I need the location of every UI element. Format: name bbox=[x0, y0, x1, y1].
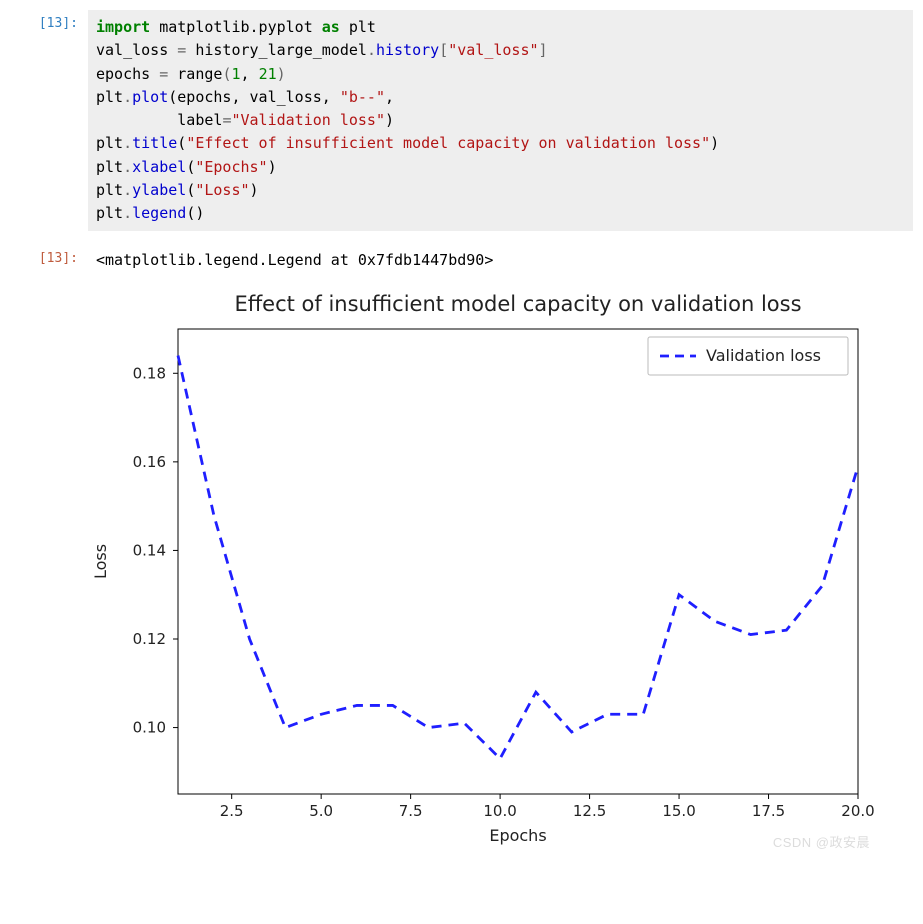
code-text: history_large_model bbox=[186, 41, 367, 59]
kw-import: import bbox=[96, 18, 150, 36]
code-text: label bbox=[96, 111, 222, 129]
output-text: <matplotlib.legend.Legend at 0x7fdb1447b… bbox=[88, 245, 913, 275]
code-text: val_loss bbox=[96, 41, 177, 59]
op: [ bbox=[439, 41, 448, 59]
code-text: plt bbox=[96, 158, 123, 176]
str: "Loss" bbox=[195, 181, 249, 199]
svg-text:0.18: 0.18 bbox=[133, 365, 166, 383]
output-prompt: [13]: bbox=[10, 245, 88, 266]
code-block[interactable]: import matplotlib.pyplot as plt val_loss… bbox=[88, 10, 913, 231]
str: "Validation loss" bbox=[231, 111, 385, 129]
code-text: ) bbox=[710, 134, 719, 152]
code-text: () bbox=[186, 204, 204, 222]
svg-text:12.5: 12.5 bbox=[573, 802, 606, 820]
op: . bbox=[123, 181, 132, 199]
op: . bbox=[123, 134, 132, 152]
code-text: plt bbox=[96, 88, 123, 106]
svg-text:15.0: 15.0 bbox=[662, 802, 695, 820]
svg-text:0.14: 0.14 bbox=[133, 542, 166, 560]
attr: title bbox=[132, 134, 177, 152]
op: . bbox=[367, 41, 376, 59]
code-text: ( bbox=[186, 181, 195, 199]
kw-as: as bbox=[322, 18, 340, 36]
code-text: , bbox=[241, 65, 259, 83]
svg-text:5.0: 5.0 bbox=[309, 802, 333, 820]
code-text: plt bbox=[96, 134, 123, 152]
op: . bbox=[123, 158, 132, 176]
attr: history bbox=[376, 41, 439, 59]
attr: ylabel bbox=[132, 181, 186, 199]
svg-text:10.0: 10.0 bbox=[483, 802, 516, 820]
attr: legend bbox=[132, 204, 186, 222]
svg-text:7.5: 7.5 bbox=[399, 802, 423, 820]
svg-text:Effect of insufficient model c: Effect of insufficient model capacity on… bbox=[234, 292, 801, 316]
code-text: ( bbox=[177, 134, 186, 152]
chart-output: Effect of insufficient model capacity on… bbox=[88, 289, 878, 853]
chart-svg: Effect of insufficient model capacity on… bbox=[88, 289, 878, 849]
svg-text:Loss: Loss bbox=[91, 544, 110, 579]
fn: range bbox=[177, 65, 222, 83]
code-text: plt bbox=[96, 204, 123, 222]
code-text: plt bbox=[96, 181, 123, 199]
op: = bbox=[159, 65, 168, 83]
str: "Effect of insufficient model capacity o… bbox=[186, 134, 710, 152]
str: "Epochs" bbox=[195, 158, 267, 176]
svg-text:2.5: 2.5 bbox=[220, 802, 244, 820]
watermark-text: CSDN @政安晨 bbox=[773, 832, 870, 851]
svg-text:0.10: 0.10 bbox=[133, 719, 166, 737]
code-text: matplotlib.pyplot bbox=[150, 18, 322, 36]
svg-text:20.0: 20.0 bbox=[841, 802, 874, 820]
code-text: (epochs, val_loss, bbox=[168, 88, 340, 106]
svg-text:0.16: 0.16 bbox=[133, 453, 166, 471]
code-text: ) bbox=[385, 111, 394, 129]
op: . bbox=[123, 88, 132, 106]
svg-text:0.12: 0.12 bbox=[133, 630, 166, 648]
code-text: epochs bbox=[96, 65, 159, 83]
attr: xlabel bbox=[132, 158, 186, 176]
op: . bbox=[123, 204, 132, 222]
svg-text:17.5: 17.5 bbox=[752, 802, 785, 820]
num: 21 bbox=[259, 65, 277, 83]
str: "b--" bbox=[340, 88, 385, 106]
svg-text:Epochs: Epochs bbox=[489, 826, 546, 845]
op: = bbox=[177, 41, 186, 59]
code-text: ) bbox=[268, 158, 277, 176]
attr: plot bbox=[132, 88, 168, 106]
output-cell: [13]: <matplotlib.legend.Legend at 0x7fd… bbox=[10, 245, 913, 275]
num: 1 bbox=[231, 65, 240, 83]
str: "val_loss" bbox=[448, 41, 538, 59]
code-text bbox=[168, 65, 177, 83]
op: ] bbox=[539, 41, 548, 59]
input-cell: [13]: import matplotlib.pyplot as plt va… bbox=[10, 10, 913, 231]
svg-text:Validation loss: Validation loss bbox=[706, 346, 821, 365]
input-prompt: [13]: bbox=[10, 10, 88, 31]
code-text: ) bbox=[250, 181, 259, 199]
code-text: ( bbox=[186, 158, 195, 176]
code-text: plt bbox=[340, 18, 376, 36]
op: ) bbox=[277, 65, 286, 83]
code-text: , bbox=[385, 88, 394, 106]
